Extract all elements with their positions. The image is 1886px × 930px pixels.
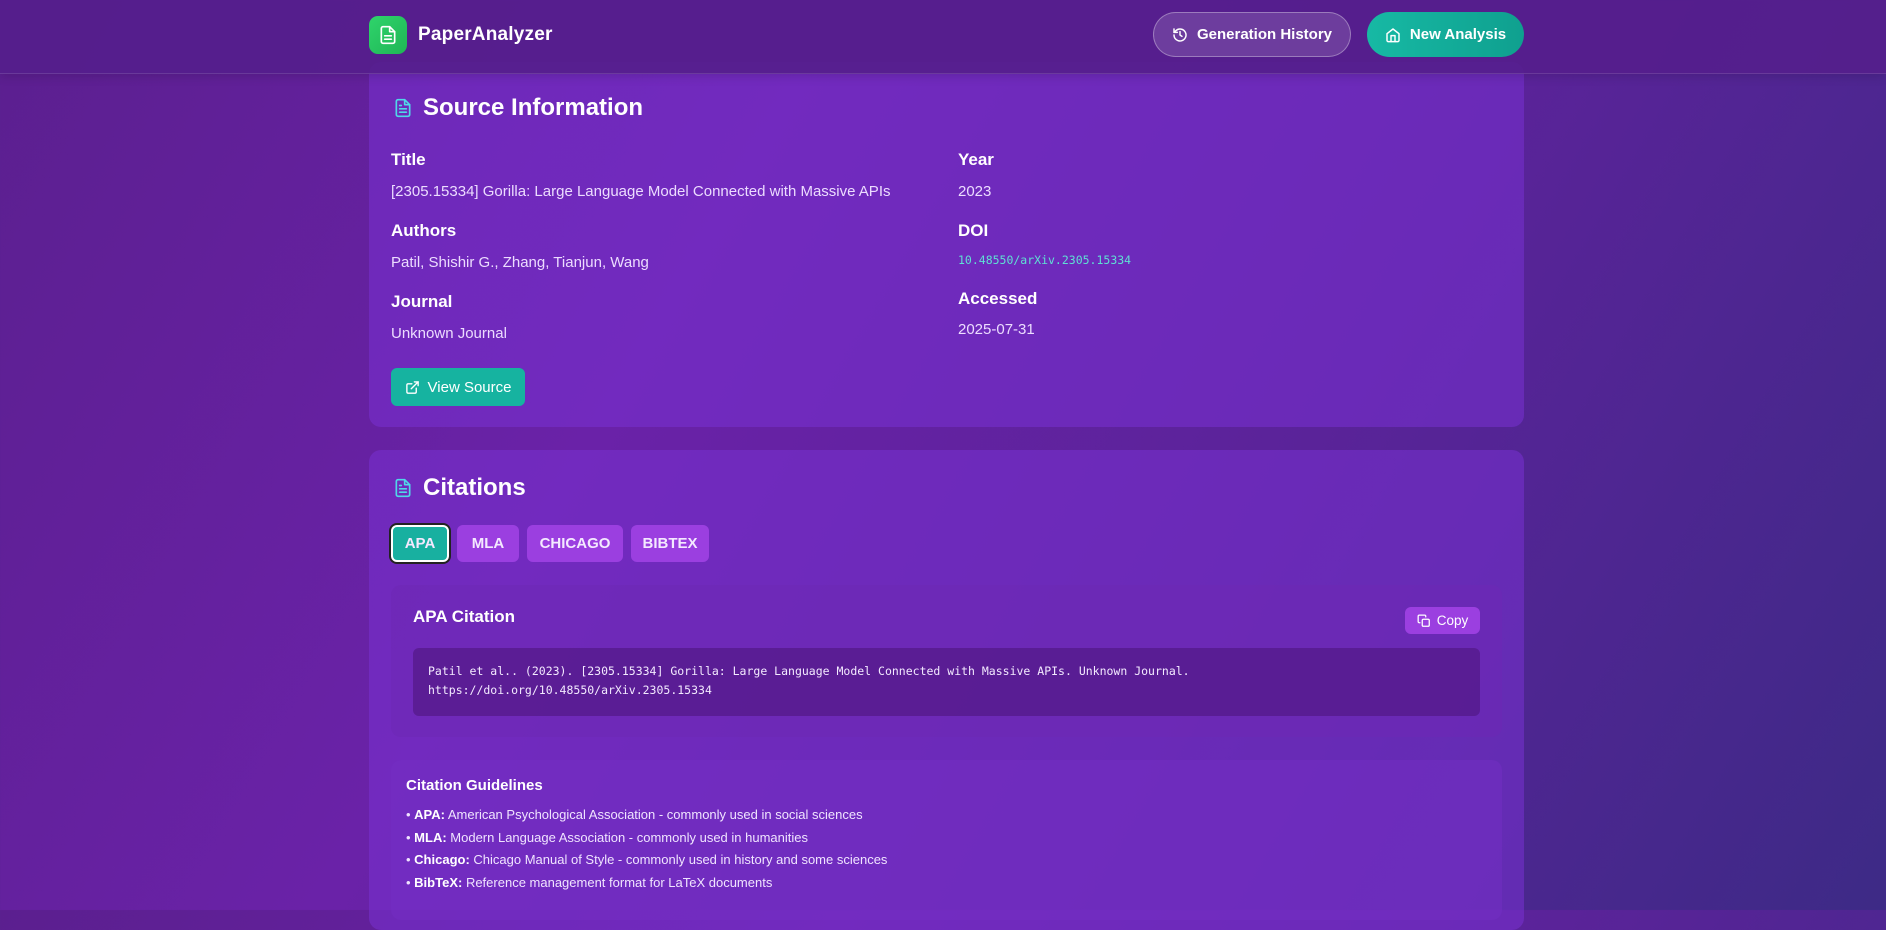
tab-chicago[interactable]: CHICAGO <box>527 525 623 562</box>
external-link-icon <box>405 380 420 395</box>
year-label: Year <box>958 150 994 169</box>
guideline-item: • Chicago: Chicago Manual of Style - com… <box>406 852 888 867</box>
guideline-item: • BibTeX: Reference management format fo… <box>406 874 773 890</box>
guideline-item: • MLA: Modern Language Association - com… <box>406 829 808 845</box>
guideline-desc: Modern Language Association - commonly u… <box>446 829 808 845</box>
guideline-name: APA: <box>414 807 445 822</box>
copy-button[interactable]: Copy <box>1405 607 1480 634</box>
document-icon <box>369 16 407 54</box>
guideline-desc: American Psychological Association - com… <box>444 807 863 822</box>
tab-mla[interactable]: MLA <box>457 525 519 562</box>
copy-icon <box>1417 614 1431 628</box>
title-value: [2305.15334] Gorilla: Large Language Mod… <box>391 183 891 200</box>
tab-apa[interactable]: APA <box>391 525 449 562</box>
guideline-desc: Reference management format for LaTeX do… <box>462 874 773 890</box>
view-source-button[interactable]: View Source <box>391 368 525 406</box>
title-label: Title <box>391 150 426 169</box>
citations-heading: Citations <box>393 474 526 502</box>
accessed-label: Accessed <box>958 289 1038 308</box>
citation-panel-title: APA Citation <box>413 607 515 626</box>
journal-label: Journal <box>391 292 453 311</box>
year-value: 2023 <box>958 183 992 200</box>
apa-citation-panel: APA Citation Copy Patil et al.. (2023). … <box>391 585 1502 737</box>
new-analysis-label: New Analysis <box>1409 26 1507 43</box>
source-information-heading: Source Information <box>393 94 643 122</box>
citation-guidelines-panel: Citation Guidelines • APA: American Psyc… <box>391 760 1502 920</box>
citations-title: Citations <box>423 474 526 501</box>
view-source-label: View Source <box>427 378 512 396</box>
guideline-name: MLA: <box>414 829 447 845</box>
guideline-item: • APA: American Psychological Associatio… <box>406 807 863 822</box>
document-icon <box>393 97 413 119</box>
citation-guidelines-list: • APA: American Psychological Associatio… <box>406 804 887 894</box>
guideline-desc: Chicago Manual of Style - commonly used … <box>469 852 888 867</box>
source-information-title: Source Information <box>423 94 644 121</box>
citation-guidelines-title: Citation Guidelines <box>406 777 543 794</box>
doi-label: DOI <box>958 221 989 240</box>
citation-text-line2: https://doi.org/10.48550/arXiv.2305.1533… <box>428 683 712 697</box>
document-icon <box>393 477 413 499</box>
tab-bibtex[interactable]: BIBTEX <box>631 525 709 562</box>
brand[interactable]: PaperAnalyzer <box>369 16 553 54</box>
citation-style-tabs: APA MLA CHICAGO BIBTEX <box>391 525 709 562</box>
copy-label: Copy <box>1436 613 1469 628</box>
generation-history-label: Generation History <box>1196 26 1333 43</box>
history-icon <box>1172 27 1188 43</box>
citation-text-line1: Patil et al.. (2023). [2305.15334] Goril… <box>428 664 1190 678</box>
authors-label: Authors <box>391 221 457 240</box>
citation-text-box[interactable]: Patil et al.. (2023). [2305.15334] Goril… <box>413 648 1480 716</box>
journal-value: Unknown Journal <box>391 325 507 342</box>
authors-value: Patil, Shishir G., Zhang, Tianjun, Wang <box>391 254 649 271</box>
new-analysis-button[interactable]: New Analysis <box>1367 12 1524 57</box>
top-navbar: PaperAnalyzer Generation History New Ana… <box>0 0 1886 74</box>
home-icon <box>1385 27 1401 43</box>
source-information-card: Source Information Title [2305.15334] Go… <box>369 62 1524 427</box>
app-name: PaperAnalyzer <box>418 24 553 45</box>
guideline-name: BibTeX: <box>414 874 463 890</box>
generation-history-button[interactable]: Generation History <box>1153 12 1351 57</box>
guideline-name: Chicago: <box>414 852 470 867</box>
citations-card: Citations APA MLA CHICAGO BIBTEX APA Cit… <box>369 450 1524 930</box>
doi-link[interactable]: 10.48550/arXiv.2305.15334 <box>958 253 1131 267</box>
accessed-value: 2025-07-31 <box>958 321 1035 338</box>
